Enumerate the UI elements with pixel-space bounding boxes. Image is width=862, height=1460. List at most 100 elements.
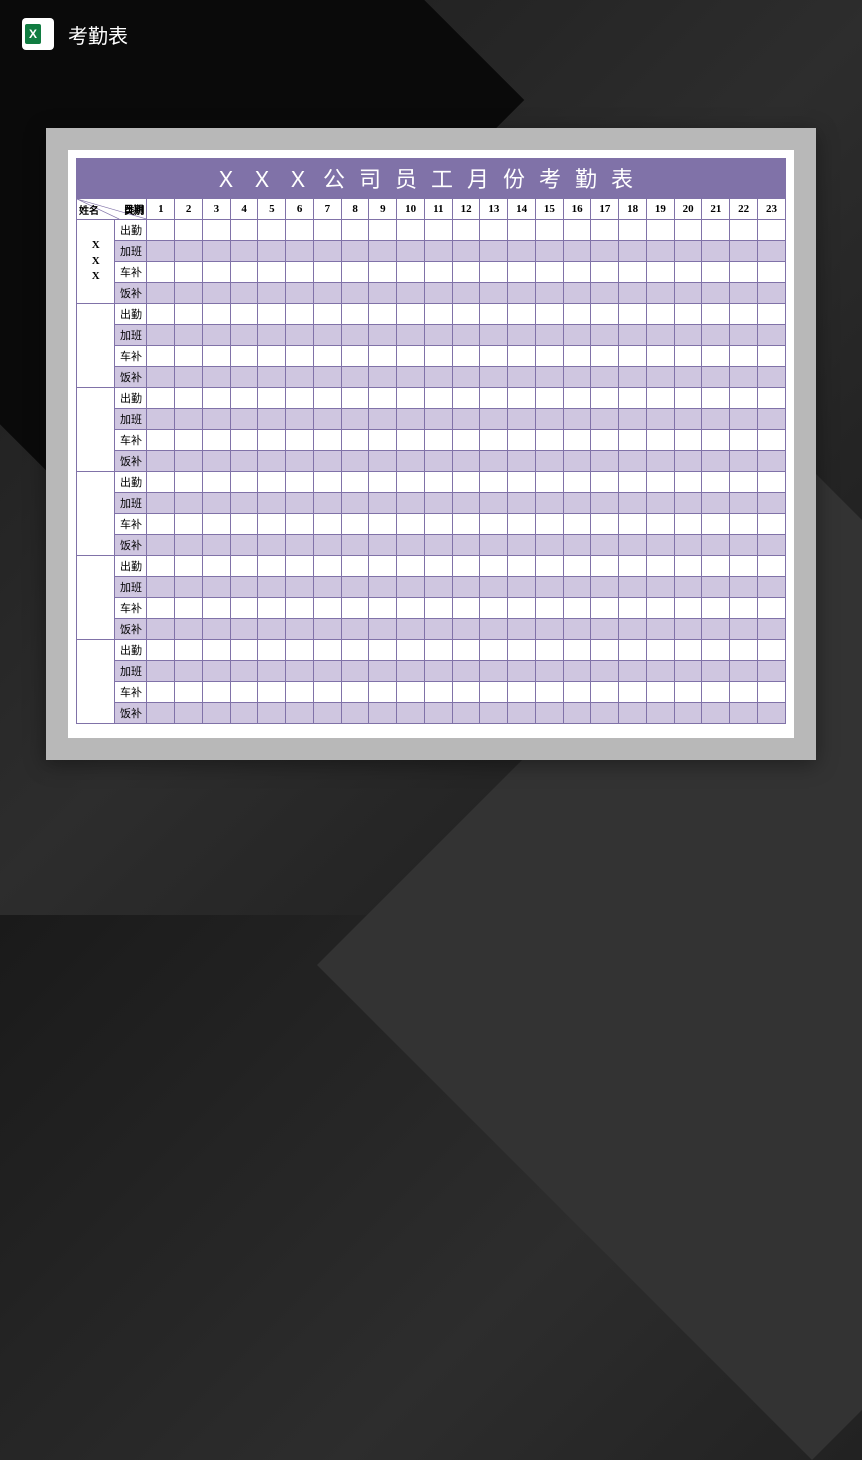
- data-cell[interactable]: [619, 241, 647, 262]
- data-cell[interactable]: [619, 682, 647, 703]
- data-cell[interactable]: [730, 367, 758, 388]
- data-cell[interactable]: [702, 325, 730, 346]
- data-cell[interactable]: [674, 241, 702, 262]
- data-cell[interactable]: [480, 703, 508, 724]
- data-cell[interactable]: [452, 262, 480, 283]
- data-cell[interactable]: [258, 556, 286, 577]
- data-cell[interactable]: [730, 220, 758, 241]
- data-cell[interactable]: [369, 430, 397, 451]
- data-cell[interactable]: [757, 682, 785, 703]
- data-cell[interactable]: [646, 514, 674, 535]
- data-cell[interactable]: [480, 409, 508, 430]
- data-cell[interactable]: [619, 325, 647, 346]
- data-cell[interactable]: [508, 430, 536, 451]
- data-cell[interactable]: [397, 346, 425, 367]
- data-cell[interactable]: [757, 472, 785, 493]
- data-cell[interactable]: [424, 430, 452, 451]
- data-cell[interactable]: [202, 241, 230, 262]
- data-cell[interactable]: [452, 535, 480, 556]
- data-cell[interactable]: [480, 388, 508, 409]
- data-cell[interactable]: [480, 577, 508, 598]
- data-cell[interactable]: [258, 661, 286, 682]
- data-cell[interactable]: [508, 619, 536, 640]
- data-cell[interactable]: [452, 388, 480, 409]
- data-cell[interactable]: [313, 388, 341, 409]
- data-cell[interactable]: [591, 493, 619, 514]
- data-cell[interactable]: [480, 325, 508, 346]
- data-cell[interactable]: [757, 493, 785, 514]
- data-cell[interactable]: [563, 640, 591, 661]
- data-cell[interactable]: [369, 493, 397, 514]
- data-cell[interactable]: [480, 220, 508, 241]
- data-cell[interactable]: [175, 388, 203, 409]
- data-cell[interactable]: [702, 682, 730, 703]
- data-cell[interactable]: [480, 346, 508, 367]
- data-cell[interactable]: [424, 409, 452, 430]
- data-cell[interactable]: [508, 472, 536, 493]
- data-cell[interactable]: [258, 409, 286, 430]
- data-cell[interactable]: [508, 241, 536, 262]
- data-cell[interactable]: [646, 325, 674, 346]
- data-cell[interactable]: [452, 682, 480, 703]
- data-cell[interactable]: [341, 493, 369, 514]
- data-cell[interactable]: [341, 577, 369, 598]
- data-cell[interactable]: [147, 430, 175, 451]
- data-cell[interactable]: [674, 640, 702, 661]
- data-cell[interactable]: [730, 409, 758, 430]
- data-cell[interactable]: [230, 304, 258, 325]
- data-cell[interactable]: [397, 388, 425, 409]
- data-cell[interactable]: [397, 619, 425, 640]
- data-cell[interactable]: [147, 556, 175, 577]
- data-cell[interactable]: [702, 598, 730, 619]
- data-cell[interactable]: [535, 640, 563, 661]
- data-cell[interactable]: [424, 577, 452, 598]
- data-cell[interactable]: [258, 388, 286, 409]
- data-cell[interactable]: [730, 598, 758, 619]
- data-cell[interactable]: [424, 367, 452, 388]
- data-cell[interactable]: [591, 304, 619, 325]
- data-cell[interactable]: [757, 556, 785, 577]
- data-cell[interactable]: [202, 430, 230, 451]
- data-cell[interactable]: [424, 262, 452, 283]
- data-cell[interactable]: [757, 220, 785, 241]
- data-cell[interactable]: [563, 514, 591, 535]
- data-cell[interactable]: [591, 472, 619, 493]
- data-cell[interactable]: [397, 556, 425, 577]
- data-cell[interactable]: [452, 241, 480, 262]
- data-cell[interactable]: [619, 556, 647, 577]
- data-cell[interactable]: [508, 493, 536, 514]
- data-cell[interactable]: [175, 409, 203, 430]
- data-cell[interactable]: [424, 535, 452, 556]
- data-cell[interactable]: [674, 283, 702, 304]
- data-cell[interactable]: [591, 682, 619, 703]
- data-cell[interactable]: [286, 430, 314, 451]
- data-cell[interactable]: [202, 493, 230, 514]
- data-cell[interactable]: [230, 451, 258, 472]
- data-cell[interactable]: [452, 346, 480, 367]
- data-cell[interactable]: [563, 472, 591, 493]
- data-cell[interactable]: [730, 661, 758, 682]
- data-cell[interactable]: [591, 640, 619, 661]
- data-cell[interactable]: [480, 430, 508, 451]
- data-cell[interactable]: [674, 304, 702, 325]
- data-cell[interactable]: [702, 661, 730, 682]
- data-cell[interactable]: [341, 262, 369, 283]
- data-cell[interactable]: [397, 535, 425, 556]
- data-cell[interactable]: [286, 409, 314, 430]
- data-cell[interactable]: [341, 346, 369, 367]
- data-cell[interactable]: [591, 661, 619, 682]
- data-cell[interactable]: [702, 388, 730, 409]
- data-cell[interactable]: [424, 388, 452, 409]
- data-cell[interactable]: [175, 304, 203, 325]
- data-cell[interactable]: [424, 325, 452, 346]
- data-cell[interactable]: [147, 535, 175, 556]
- data-cell[interactable]: [702, 367, 730, 388]
- data-cell[interactable]: [313, 367, 341, 388]
- data-cell[interactable]: [508, 346, 536, 367]
- data-cell[interactable]: [313, 556, 341, 577]
- data-cell[interactable]: [591, 556, 619, 577]
- data-cell[interactable]: [591, 283, 619, 304]
- data-cell[interactable]: [341, 472, 369, 493]
- data-cell[interactable]: [591, 325, 619, 346]
- data-cell[interactable]: [147, 661, 175, 682]
